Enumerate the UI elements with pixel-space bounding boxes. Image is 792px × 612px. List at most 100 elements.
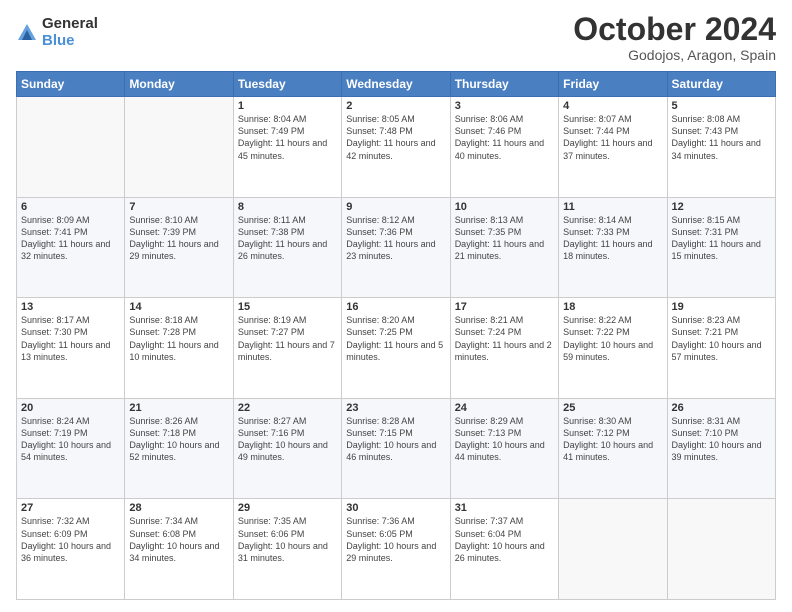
day-cell: 20Sunrise: 8:24 AM Sunset: 7:19 PM Dayli… (17, 398, 125, 499)
location: Godojos, Aragon, Spain (573, 47, 776, 63)
day-number: 24 (455, 402, 554, 414)
day-detail: Sunrise: 7:32 AM Sunset: 6:09 PM Dayligh… (21, 515, 120, 564)
day-number: 26 (672, 402, 771, 414)
logo: General Blue (16, 16, 98, 49)
day-cell: 28Sunrise: 7:34 AM Sunset: 6:08 PM Dayli… (125, 499, 233, 600)
day-detail: Sunrise: 8:17 AM Sunset: 7:30 PM Dayligh… (21, 314, 120, 363)
day-cell: 22Sunrise: 8:27 AM Sunset: 7:16 PM Dayli… (233, 398, 341, 499)
day-cell: 6Sunrise: 8:09 AM Sunset: 7:41 PM Daylig… (17, 197, 125, 298)
day-detail: Sunrise: 8:04 AM Sunset: 7:49 PM Dayligh… (238, 113, 337, 162)
day-cell (17, 97, 125, 198)
day-detail: Sunrise: 8:27 AM Sunset: 7:16 PM Dayligh… (238, 415, 337, 464)
day-number: 2 (346, 100, 445, 112)
day-cell (125, 97, 233, 198)
day-number: 6 (21, 201, 120, 213)
day-detail: Sunrise: 7:36 AM Sunset: 6:05 PM Dayligh… (346, 515, 445, 564)
day-cell: 3Sunrise: 8:06 AM Sunset: 7:46 PM Daylig… (450, 97, 558, 198)
day-detail: Sunrise: 8:21 AM Sunset: 7:24 PM Dayligh… (455, 314, 554, 363)
day-number: 16 (346, 301, 445, 313)
day-number: 23 (346, 402, 445, 414)
week-row-2: 6Sunrise: 8:09 AM Sunset: 7:41 PM Daylig… (17, 197, 776, 298)
day-cell: 9Sunrise: 8:12 AM Sunset: 7:36 PM Daylig… (342, 197, 450, 298)
day-number: 5 (672, 100, 771, 112)
day-number: 12 (672, 201, 771, 213)
day-number: 27 (21, 502, 120, 514)
day-number: 21 (129, 402, 228, 414)
header-sunday: Sunday (17, 72, 125, 97)
day-detail: Sunrise: 8:26 AM Sunset: 7:18 PM Dayligh… (129, 415, 228, 464)
day-cell: 31Sunrise: 7:37 AM Sunset: 6:04 PM Dayli… (450, 499, 558, 600)
day-cell: 17Sunrise: 8:21 AM Sunset: 7:24 PM Dayli… (450, 298, 558, 399)
day-cell: 10Sunrise: 8:13 AM Sunset: 7:35 PM Dayli… (450, 197, 558, 298)
day-number: 28 (129, 502, 228, 514)
day-detail: Sunrise: 8:08 AM Sunset: 7:43 PM Dayligh… (672, 113, 771, 162)
generalblue-logo-icon (16, 22, 38, 44)
day-number: 4 (563, 100, 662, 112)
day-detail: Sunrise: 8:10 AM Sunset: 7:39 PM Dayligh… (129, 214, 228, 263)
day-cell: 8Sunrise: 8:11 AM Sunset: 7:38 PM Daylig… (233, 197, 341, 298)
logo-general: General (42, 16, 98, 33)
day-detail: Sunrise: 8:22 AM Sunset: 7:22 PM Dayligh… (563, 314, 662, 363)
day-detail: Sunrise: 7:34 AM Sunset: 6:08 PM Dayligh… (129, 515, 228, 564)
day-number: 11 (563, 201, 662, 213)
week-row-4: 20Sunrise: 8:24 AM Sunset: 7:19 PM Dayli… (17, 398, 776, 499)
day-cell: 7Sunrise: 8:10 AM Sunset: 7:39 PM Daylig… (125, 197, 233, 298)
week-row-5: 27Sunrise: 7:32 AM Sunset: 6:09 PM Dayli… (17, 499, 776, 600)
day-number: 7 (129, 201, 228, 213)
header-saturday: Saturday (667, 72, 775, 97)
day-cell (559, 499, 667, 600)
day-detail: Sunrise: 8:15 AM Sunset: 7:31 PM Dayligh… (672, 214, 771, 263)
day-number: 1 (238, 100, 337, 112)
day-detail: Sunrise: 8:31 AM Sunset: 7:10 PM Dayligh… (672, 415, 771, 464)
day-number: 9 (346, 201, 445, 213)
day-cell: 21Sunrise: 8:26 AM Sunset: 7:18 PM Dayli… (125, 398, 233, 499)
day-cell: 11Sunrise: 8:14 AM Sunset: 7:33 PM Dayli… (559, 197, 667, 298)
day-number: 3 (455, 100, 554, 112)
day-cell: 1Sunrise: 8:04 AM Sunset: 7:49 PM Daylig… (233, 97, 341, 198)
header: General Blue October 2024 Godojos, Arago… (16, 12, 776, 63)
day-cell: 4Sunrise: 8:07 AM Sunset: 7:44 PM Daylig… (559, 97, 667, 198)
month-title: October 2024 (573, 12, 776, 47)
day-cell: 24Sunrise: 8:29 AM Sunset: 7:13 PM Dayli… (450, 398, 558, 499)
day-cell: 19Sunrise: 8:23 AM Sunset: 7:21 PM Dayli… (667, 298, 775, 399)
header-friday: Friday (559, 72, 667, 97)
day-detail: Sunrise: 8:20 AM Sunset: 7:25 PM Dayligh… (346, 314, 445, 363)
day-number: 19 (672, 301, 771, 313)
calendar-table: Sunday Monday Tuesday Wednesday Thursday… (16, 71, 776, 600)
day-cell: 30Sunrise: 7:36 AM Sunset: 6:05 PM Dayli… (342, 499, 450, 600)
day-number: 13 (21, 301, 120, 313)
day-cell: 15Sunrise: 8:19 AM Sunset: 7:27 PM Dayli… (233, 298, 341, 399)
day-cell: 26Sunrise: 8:31 AM Sunset: 7:10 PM Dayli… (667, 398, 775, 499)
day-number: 20 (21, 402, 120, 414)
header-tuesday: Tuesday (233, 72, 341, 97)
day-number: 10 (455, 201, 554, 213)
day-number: 14 (129, 301, 228, 313)
day-number: 25 (563, 402, 662, 414)
day-cell: 2Sunrise: 8:05 AM Sunset: 7:48 PM Daylig… (342, 97, 450, 198)
day-number: 8 (238, 201, 337, 213)
day-cell: 27Sunrise: 7:32 AM Sunset: 6:09 PM Dayli… (17, 499, 125, 600)
day-cell: 16Sunrise: 8:20 AM Sunset: 7:25 PM Dayli… (342, 298, 450, 399)
title-block: October 2024 Godojos, Aragon, Spain (573, 12, 776, 63)
weekday-header-row: Sunday Monday Tuesday Wednesday Thursday… (17, 72, 776, 97)
day-number: 15 (238, 301, 337, 313)
day-cell: 18Sunrise: 8:22 AM Sunset: 7:22 PM Dayli… (559, 298, 667, 399)
day-detail: Sunrise: 8:30 AM Sunset: 7:12 PM Dayligh… (563, 415, 662, 464)
day-detail: Sunrise: 8:11 AM Sunset: 7:38 PM Dayligh… (238, 214, 337, 263)
day-cell: 23Sunrise: 8:28 AM Sunset: 7:15 PM Dayli… (342, 398, 450, 499)
day-detail: Sunrise: 8:06 AM Sunset: 7:46 PM Dayligh… (455, 113, 554, 162)
day-number: 29 (238, 502, 337, 514)
logo-blue: Blue (42, 33, 98, 50)
header-wednesday: Wednesday (342, 72, 450, 97)
day-number: 31 (455, 502, 554, 514)
day-cell: 25Sunrise: 8:30 AM Sunset: 7:12 PM Dayli… (559, 398, 667, 499)
day-detail: Sunrise: 8:29 AM Sunset: 7:13 PM Dayligh… (455, 415, 554, 464)
logo-text: General Blue (42, 16, 98, 49)
day-detail: Sunrise: 7:35 AM Sunset: 6:06 PM Dayligh… (238, 515, 337, 564)
day-number: 17 (455, 301, 554, 313)
day-cell: 12Sunrise: 8:15 AM Sunset: 7:31 PM Dayli… (667, 197, 775, 298)
day-cell: 5Sunrise: 8:08 AM Sunset: 7:43 PM Daylig… (667, 97, 775, 198)
header-thursday: Thursday (450, 72, 558, 97)
day-cell: 29Sunrise: 7:35 AM Sunset: 6:06 PM Dayli… (233, 499, 341, 600)
day-detail: Sunrise: 8:23 AM Sunset: 7:21 PM Dayligh… (672, 314, 771, 363)
